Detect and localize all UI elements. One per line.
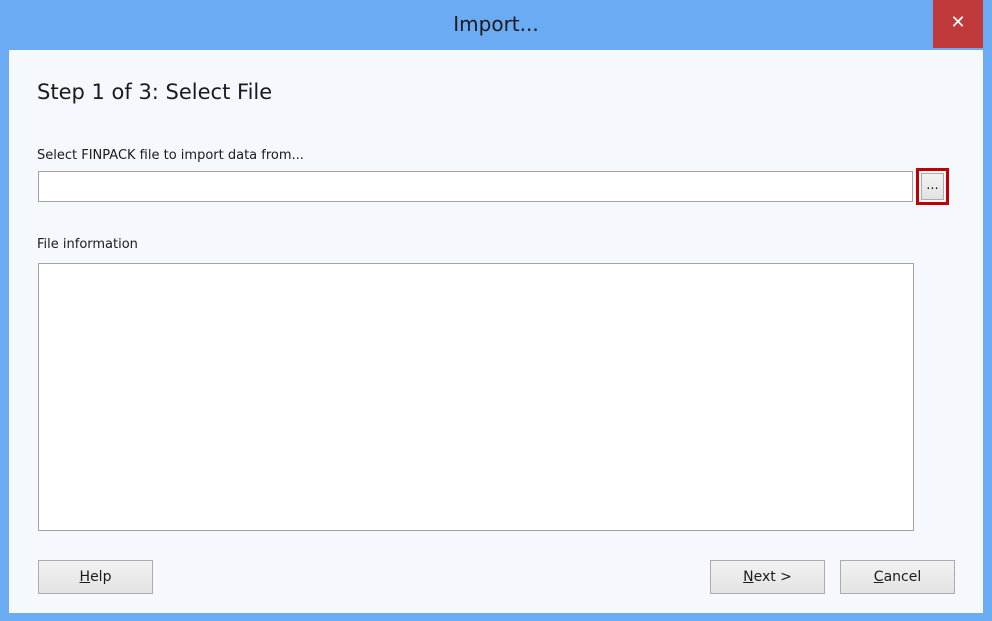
- title-bar[interactable]: Import... ✕: [0, 0, 992, 50]
- window-title: Import...: [453, 12, 539, 36]
- browse-button-highlight: ...: [916, 168, 949, 205]
- close-button[interactable]: ✕: [933, 0, 983, 48]
- cancel-mnemonic: C: [873, 569, 884, 585]
- dialog-client-area: Step 1 of 3: Select File Select FINPACK …: [9, 50, 983, 613]
- browse-button[interactable]: ...: [921, 173, 944, 200]
- close-icon: ✕: [950, 12, 966, 33]
- next-mnemonic: N: [743, 569, 754, 585]
- cancel-label-rest: ancel: [883, 569, 922, 585]
- file-info-box: [38, 263, 914, 531]
- help-mnemonic: H: [79, 569, 91, 585]
- next-button[interactable]: Next >: [710, 560, 825, 594]
- step-title: Step 1 of 3: Select File: [37, 80, 273, 104]
- cancel-button[interactable]: Cancel: [840, 560, 955, 594]
- file-info-label: File information: [37, 237, 138, 252]
- next-label-rest: ext >: [753, 569, 792, 585]
- help-button[interactable]: Help: [38, 560, 153, 594]
- import-dialog-window: Import... ✕ Step 1 of 3: Select File Sel…: [0, 0, 992, 621]
- file-select-label: Select FINPACK file to import data from.…: [37, 148, 304, 163]
- file-path-input[interactable]: [38, 171, 913, 202]
- help-label-rest: elp: [90, 569, 112, 585]
